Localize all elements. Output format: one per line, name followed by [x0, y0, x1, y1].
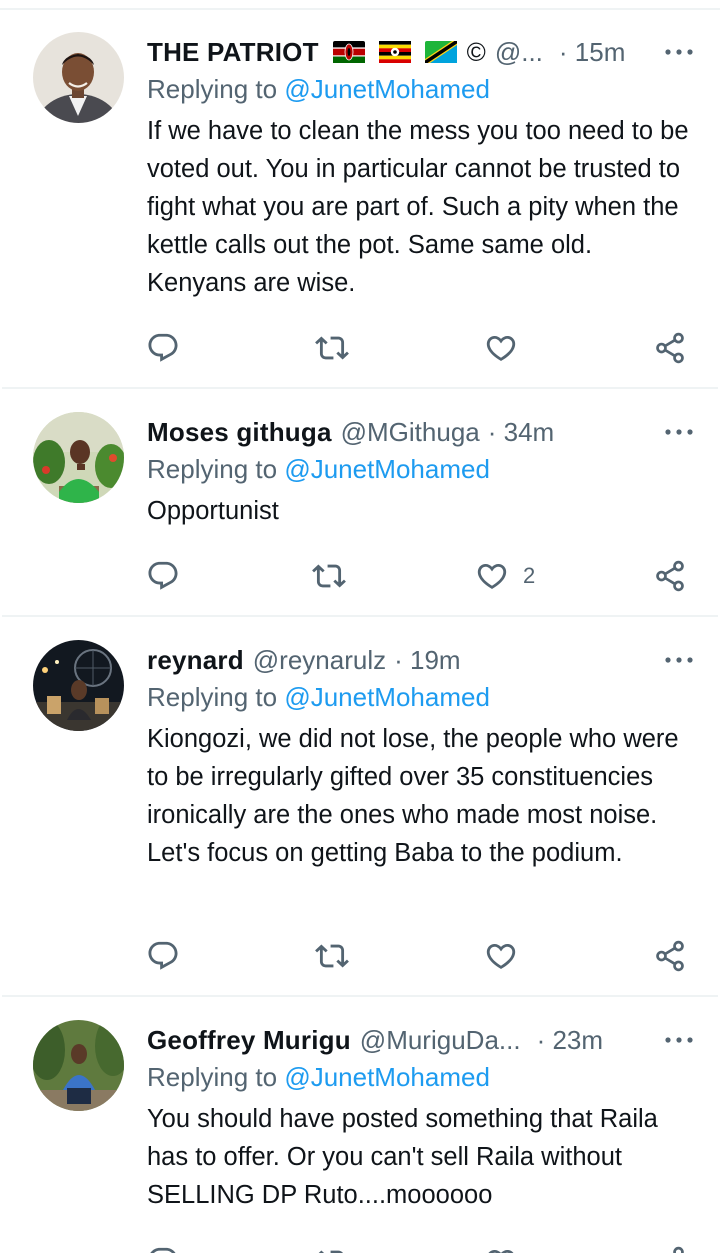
- tweet-header: Geoffrey Murigu @MuriguDa... · 23m: [147, 1020, 690, 1060]
- retweet-icon: [315, 1245, 349, 1253]
- share-icon: [653, 1245, 687, 1253]
- share-icon: [653, 559, 687, 593]
- replying-to-label: Replying to: [147, 454, 278, 484]
- replying-to: Replying to @JunetMohamed: [147, 1062, 490, 1093]
- top-divider: [0, 8, 720, 10]
- share-button[interactable]: [653, 328, 687, 368]
- heart-icon: [484, 331, 518, 365]
- replying-to-link[interactable]: @JunetMohamed: [284, 1062, 490, 1092]
- action-bar: [0, 328, 720, 368]
- avatar[interactable]: [33, 1020, 124, 1111]
- more-icon[interactable]: [654, 1020, 694, 1060]
- action-bar: [0, 936, 720, 976]
- share-button[interactable]: [653, 1242, 687, 1253]
- handle[interactable]: @MGithuga: [341, 417, 480, 448]
- tweet-divider: [2, 387, 718, 389]
- like-count: 2: [523, 563, 536, 588]
- avatar[interactable]: [33, 640, 124, 731]
- replying-to-link[interactable]: @JunetMohamed: [284, 454, 490, 484]
- tweet-text: Opportunist: [147, 497, 279, 525]
- timestamp[interactable]: · 34m: [488, 417, 554, 448]
- display-name[interactable]: Moses githuga: [147, 417, 332, 448]
- avatar[interactable]: [33, 412, 124, 503]
- like-button[interactable]: [484, 936, 532, 976]
- reply-button[interactable]: [146, 1242, 180, 1253]
- heart-icon: [484, 1245, 518, 1253]
- tweet-header: Moses githuga @MGithuga · 34m: [147, 412, 690, 452]
- share-button[interactable]: [653, 556, 687, 596]
- reply-icon: [146, 559, 180, 593]
- replying-to: Replying to @JunetMohamed: [147, 74, 490, 105]
- more-icon[interactable]: [654, 32, 694, 72]
- reply-icon: [146, 939, 180, 973]
- reply-tweet[interactable]: Geoffrey Murigu @MuriguDa... · 23m Reply…: [0, 1020, 720, 1253]
- share-button[interactable]: [653, 936, 687, 976]
- action-bar: [0, 1242, 720, 1253]
- replying-to: Replying to @JunetMohamed: [147, 454, 490, 485]
- share-icon: [653, 939, 687, 973]
- reply-icon: [146, 1245, 180, 1253]
- display-name[interactable]: reynard: [147, 645, 244, 676]
- replying-to-link[interactable]: @JunetMohamed: [284, 682, 490, 712]
- tweet-text: If we have to clean the mess you too nee…: [147, 117, 689, 297]
- heart-icon: [484, 939, 518, 973]
- retweet-icon: [315, 939, 349, 973]
- timestamp[interactable]: · 19m: [394, 645, 460, 676]
- tweet-divider: [2, 615, 718, 617]
- like-button[interactable]: [484, 1242, 532, 1253]
- reply-tweet[interactable]: Moses githuga @MGithuga · 34m Replying t…: [0, 412, 720, 615]
- reply-button[interactable]: [146, 556, 180, 596]
- display-name[interactable]: THE PATRIOT: [147, 37, 319, 68]
- timestamp[interactable]: · 23m: [537, 1025, 603, 1056]
- replying-to: Replying to @JunetMohamed: [147, 682, 490, 713]
- avatar[interactable]: [33, 32, 124, 123]
- reply-button[interactable]: [146, 328, 180, 368]
- reply-tweet[interactable]: THE PATRIOT © @... · 15m Replying to @Ju…: [0, 32, 720, 387]
- more-icon[interactable]: [654, 412, 694, 452]
- copyright-badge: ©: [466, 36, 486, 67]
- more-icon[interactable]: [654, 640, 694, 680]
- tweet-header: reynard @reynarulz · 19m: [147, 640, 690, 680]
- replying-to-label: Replying to: [147, 74, 278, 104]
- flag-emojis: [332, 41, 457, 63]
- heart-icon: [475, 559, 509, 593]
- display-name[interactable]: Geoffrey Murigu: [147, 1025, 351, 1056]
- retweet-button[interactable]: [315, 1242, 349, 1253]
- replying-to-label: Replying to: [147, 1062, 278, 1092]
- replying-to-link[interactable]: @JunetMohamed: [284, 74, 490, 104]
- tweet-text: Kiongozi, we did not lose, the people wh…: [147, 725, 679, 867]
- handle[interactable]: @reynarulz: [253, 645, 386, 676]
- tweet-text: You should have posted something that Ra…: [147, 1105, 658, 1209]
- tanzania-flag-icon: [424, 41, 457, 63]
- reply-button[interactable]: [146, 936, 180, 976]
- replying-to-label: Replying to: [147, 682, 278, 712]
- retweet-icon: [312, 559, 346, 593]
- tweet-divider: [2, 995, 718, 997]
- kenya-flag-icon: [332, 41, 365, 63]
- action-bar: 2: [0, 556, 720, 596]
- retweet-button[interactable]: [315, 328, 349, 368]
- retweet-button[interactable]: [315, 936, 349, 976]
- reply-tweet[interactable]: reynard @reynarulz · 19m Replying to @Ju…: [0, 640, 720, 995]
- handle[interactable]: @...: [495, 37, 543, 68]
- timestamp[interactable]: · 15m: [559, 37, 625, 68]
- share-icon: [653, 331, 687, 365]
- like-button[interactable]: [484, 328, 532, 368]
- handle[interactable]: @MuriguDa...: [360, 1025, 521, 1056]
- retweet-icon: [315, 331, 349, 365]
- uganda-flag-icon: [378, 41, 411, 63]
- like-button[interactable]: 2: [475, 556, 535, 596]
- tweet-header: THE PATRIOT © @... · 15m: [147, 32, 690, 72]
- reply-icon: [146, 331, 180, 365]
- retweet-button[interactable]: [312, 556, 346, 596]
